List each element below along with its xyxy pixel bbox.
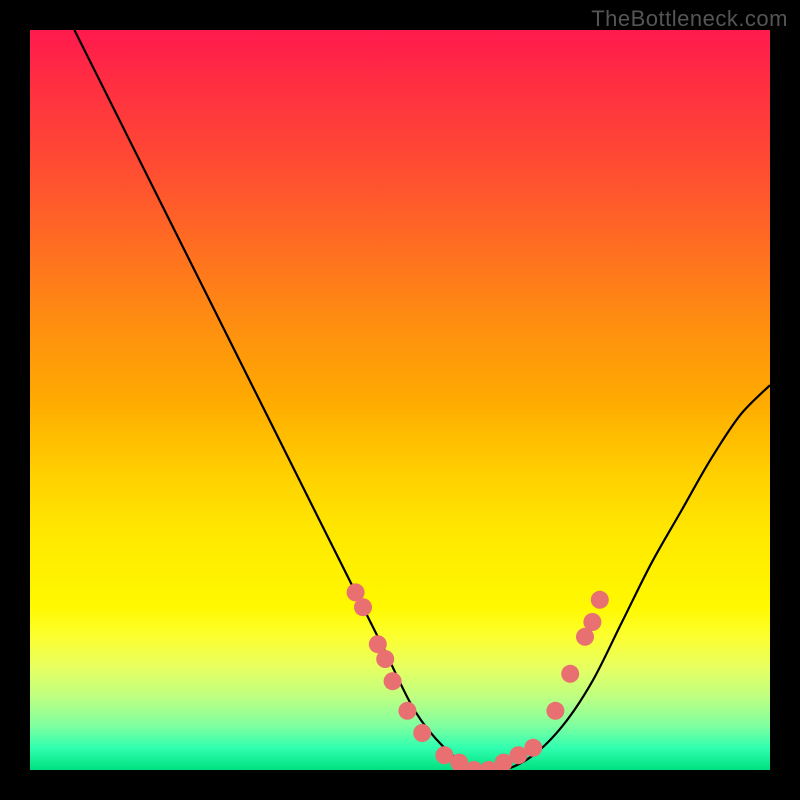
chart-svg xyxy=(30,30,770,770)
highlight-dot xyxy=(546,702,564,720)
chart-plot-area xyxy=(30,30,770,770)
highlight-dot xyxy=(591,591,609,609)
highlight-dot xyxy=(376,650,394,668)
highlight-dot xyxy=(524,739,542,757)
bottleneck-curve-line xyxy=(74,30,770,770)
highlight-dot xyxy=(561,665,579,683)
highlight-dot xyxy=(384,672,402,690)
curve-path-group xyxy=(74,30,770,770)
highlight-dot xyxy=(354,598,372,616)
highlight-markers xyxy=(347,583,609,770)
highlight-dot xyxy=(398,702,416,720)
highlight-dot xyxy=(583,613,601,631)
highlight-dot xyxy=(413,724,431,742)
watermark-text: TheBottleneck.com xyxy=(591,6,788,32)
